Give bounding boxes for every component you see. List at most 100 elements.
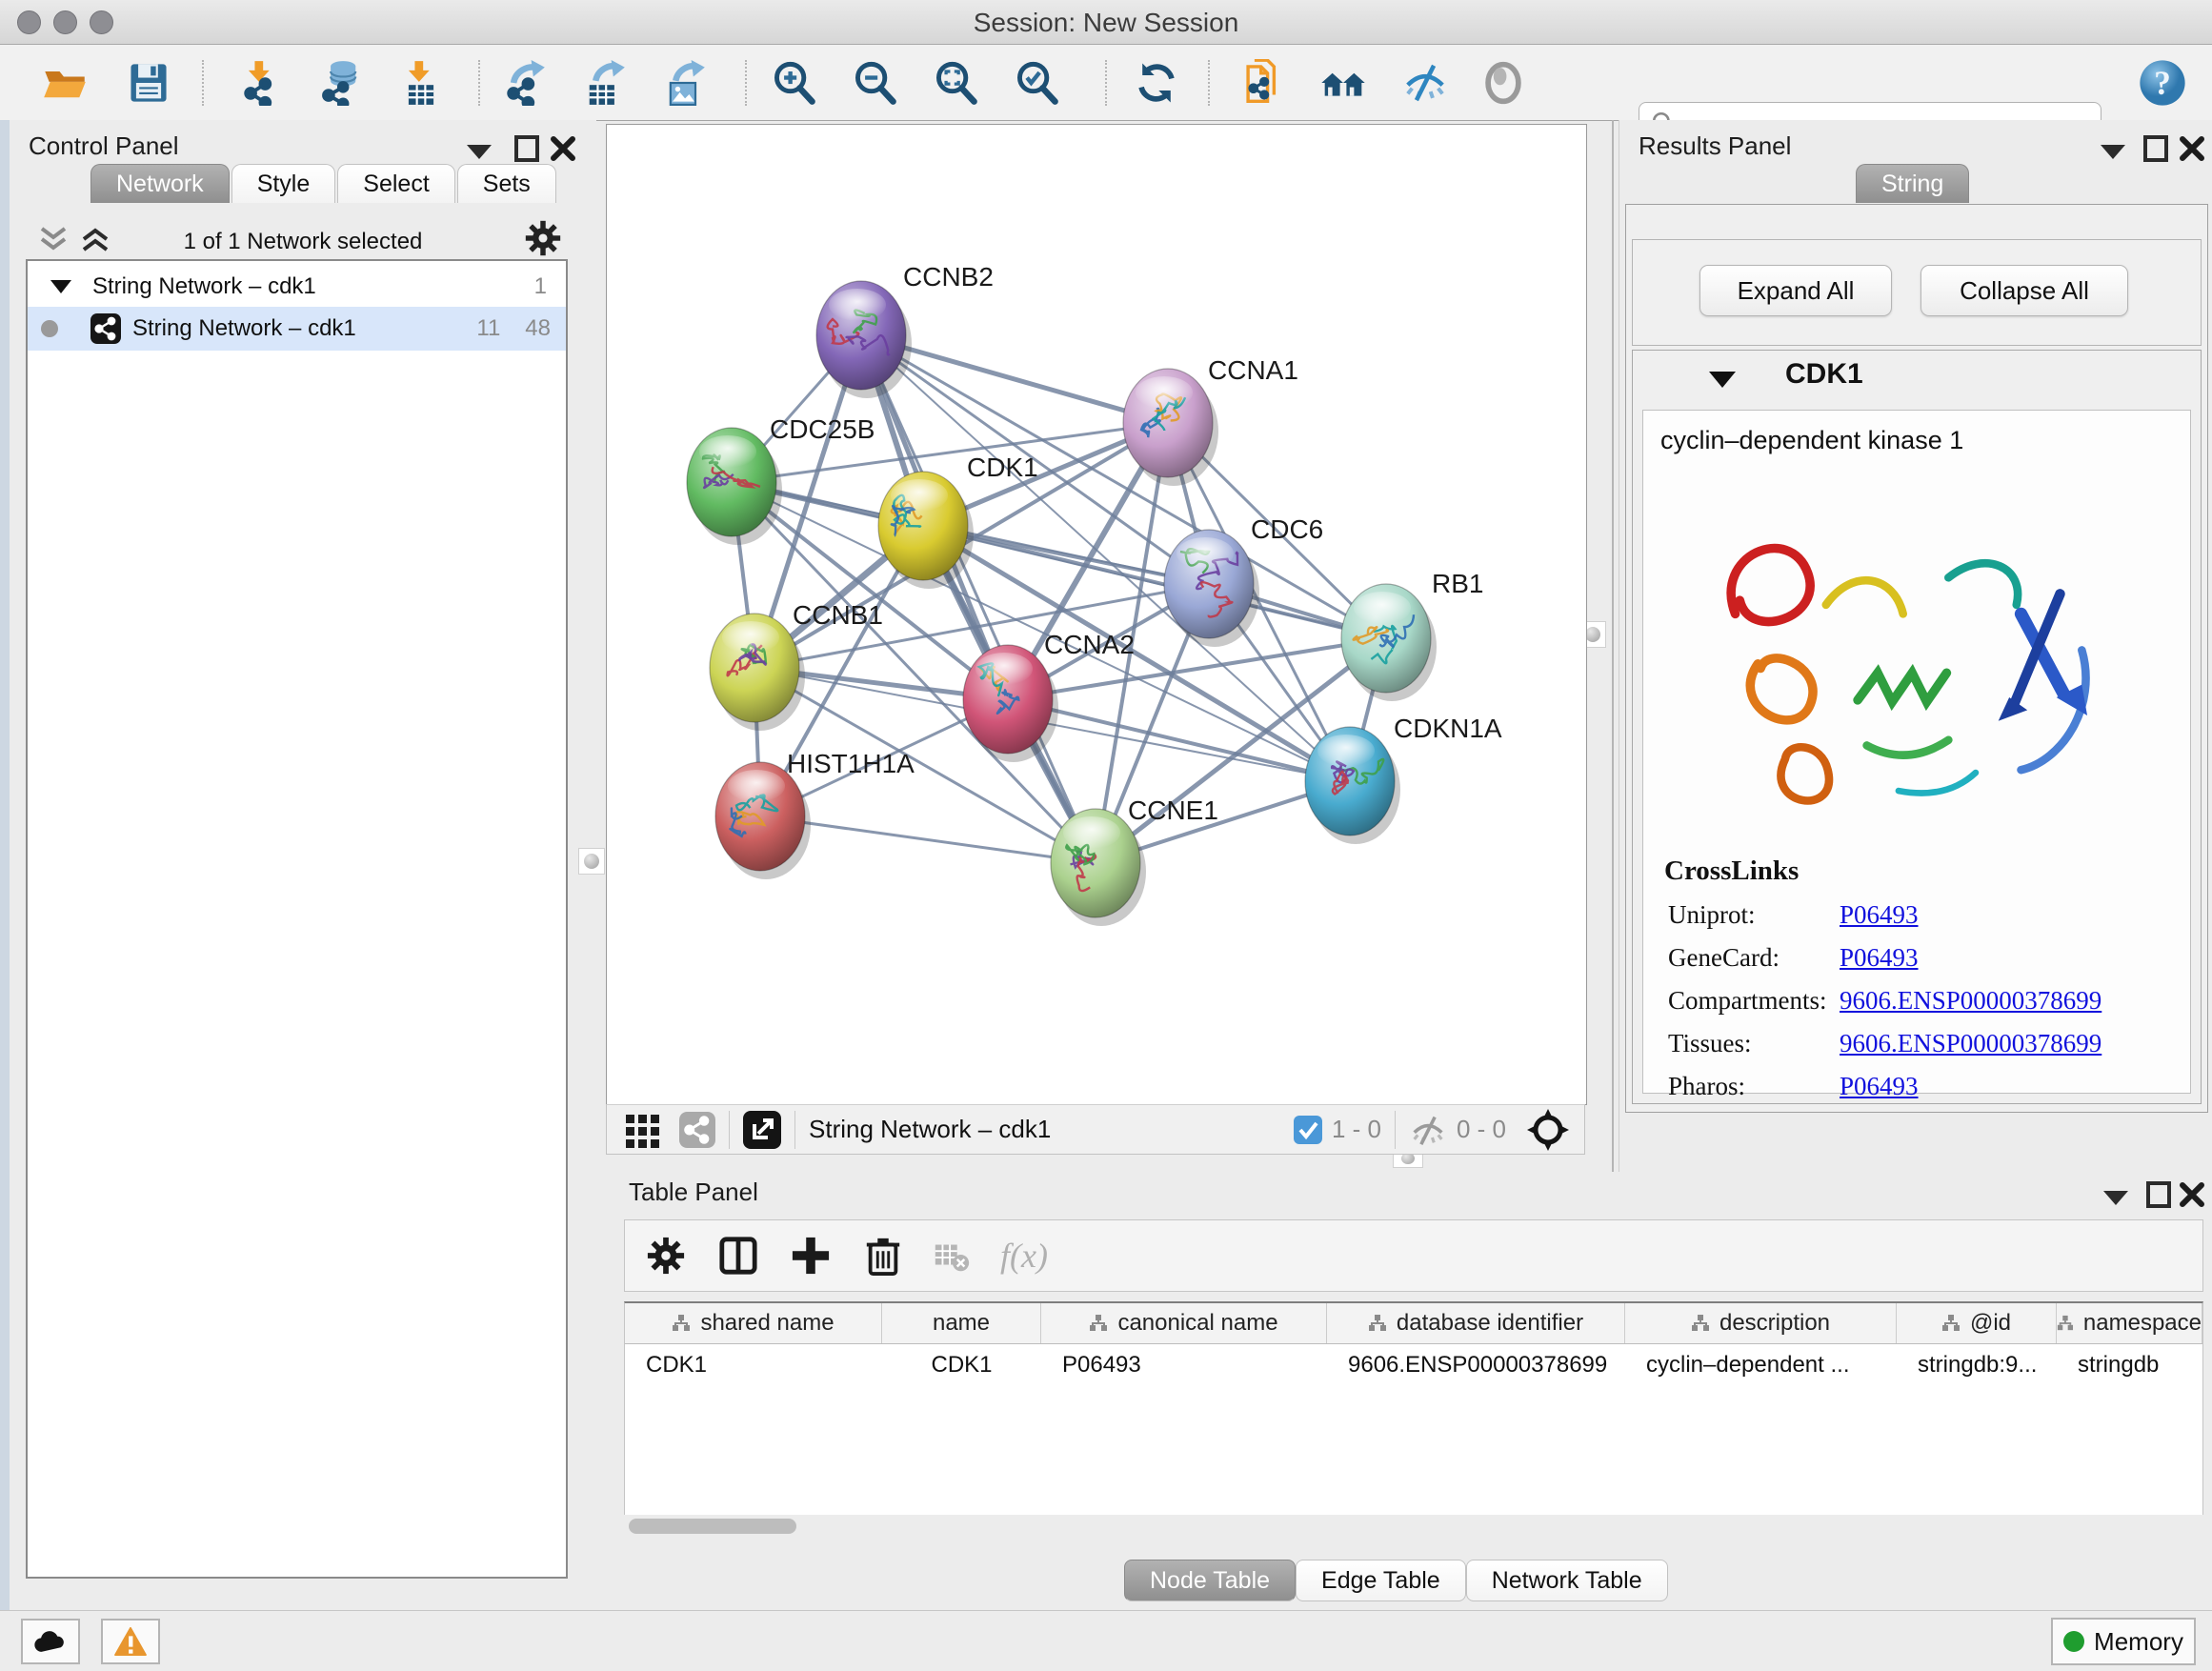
network-row-selected[interactable]: String Network – cdk1 11 48 bbox=[28, 307, 566, 351]
cloud-status-button[interactable] bbox=[21, 1619, 80, 1664]
memory-label: Memory bbox=[2094, 1627, 2183, 1657]
table-cell[interactable]: P06493 bbox=[1041, 1352, 1327, 1379]
panel-menu-icon[interactable] bbox=[2101, 145, 2125, 160]
table-cell[interactable]: stringdb bbox=[2057, 1352, 2202, 1379]
zoom-selected-icon[interactable] bbox=[1013, 58, 1062, 108]
table-cell[interactable]: CDK1 bbox=[882, 1352, 1041, 1379]
float-panel-icon[interactable] bbox=[2143, 135, 2168, 162]
network-options-gear-icon[interactable] bbox=[524, 219, 562, 257]
table-cell[interactable]: cyclin–dependent ... bbox=[1625, 1352, 1897, 1379]
table-options-gear-icon[interactable] bbox=[646, 1236, 686, 1276]
panel-menu-icon[interactable] bbox=[467, 145, 492, 160]
apply-layout-icon[interactable] bbox=[1132, 58, 1181, 108]
warning-icon bbox=[114, 1627, 147, 1656]
import-network-database-icon[interactable] bbox=[316, 58, 366, 108]
crosslink-value-link[interactable]: P06493 bbox=[1840, 943, 1919, 973]
export-image-icon[interactable] bbox=[659, 58, 709, 108]
create-column-icon[interactable] bbox=[791, 1236, 831, 1276]
control-panel-tabs: NetworkStyleSelectSets bbox=[90, 164, 558, 203]
column-header-description[interactable]: description bbox=[1625, 1303, 1897, 1343]
network-node-HIST1H1A[interactable]: HIST1H1A bbox=[715, 749, 915, 879]
table-toolbar: f(x) bbox=[624, 1219, 2203, 1292]
namespace-tree-icon bbox=[1691, 1314, 1710, 1333]
network-collection-row[interactable]: String Network – cdk1 1 bbox=[28, 265, 566, 309]
column-header-canonical-name[interactable]: canonical name bbox=[1041, 1303, 1327, 1343]
network-node-CDK1[interactable]: CDK1 bbox=[878, 453, 1038, 589]
tab-style[interactable]: Style bbox=[231, 164, 336, 203]
close-panel-icon[interactable] bbox=[551, 135, 575, 162]
network-node-CDKN1A[interactable]: CDKN1A bbox=[1305, 714, 1502, 844]
table-cell[interactable]: 9606.ENSP00000378699 bbox=[1327, 1352, 1625, 1379]
left-splitter-handle[interactable] bbox=[578, 848, 605, 875]
network-node-CCNB1[interactable]: CCNB1 bbox=[710, 600, 883, 731]
network-node-CCNB2[interactable]: CCNB2 bbox=[816, 262, 994, 398]
float-panel-icon[interactable] bbox=[2146, 1181, 2171, 1208]
hidden-eye-icon[interactable] bbox=[1409, 1114, 1447, 1146]
export-network-icon[interactable] bbox=[499, 58, 549, 108]
table-row[interactable]: CDK1CDK1P064939606.ENSP00000378699cyclin… bbox=[625, 1344, 2202, 1386]
grid-view-icon[interactable] bbox=[624, 1111, 662, 1149]
close-panel-icon[interactable] bbox=[2180, 1181, 2204, 1208]
table-cell[interactable]: stringdb:9... bbox=[1897, 1352, 2057, 1379]
help-icon[interactable]: ? bbox=[2138, 58, 2187, 108]
selected-checkbox-icon[interactable] bbox=[1294, 1116, 1322, 1144]
network-node-CCNE1[interactable]: CCNE1 bbox=[1051, 795, 1218, 926]
network-node-CCNA2[interactable]: CCNA2 bbox=[963, 630, 1135, 762]
delete-column-icon[interactable] bbox=[863, 1236, 903, 1276]
tab-network[interactable]: Network bbox=[90, 164, 230, 203]
memory-button[interactable]: Memory bbox=[2051, 1618, 2196, 1665]
import-network-file-icon[interactable] bbox=[236, 58, 286, 108]
show-all-eye-icon[interactable] bbox=[1478, 58, 1528, 108]
crosslink-value-link[interactable]: P06493 bbox=[1840, 900, 1919, 930]
crosslinks-title: CrossLinks bbox=[1664, 856, 2190, 887]
hide-selected-eye-icon[interactable] bbox=[1400, 58, 1450, 108]
home-string-icon[interactable] bbox=[1318, 58, 1368, 108]
network-node-CDC25B[interactable]: CDC25B bbox=[687, 414, 875, 545]
table-cell[interactable]: CDK1 bbox=[625, 1352, 882, 1379]
network-view-title: String Network – cdk1 bbox=[809, 1115, 1051, 1144]
close-panel-icon[interactable] bbox=[2180, 135, 2204, 162]
panel-menu-icon[interactable] bbox=[2103, 1191, 2128, 1206]
expand-all-button[interactable]: Expand All bbox=[1699, 265, 1892, 316]
collection-expand-icon[interactable] bbox=[50, 280, 71, 294]
crosslink-value-link[interactable]: P06493 bbox=[1840, 1072, 1919, 1101]
export-table-icon[interactable] bbox=[579, 58, 629, 108]
show-columns-icon[interactable] bbox=[718, 1236, 758, 1276]
crosslink-value-link[interactable]: 9606.ENSP00000378699 bbox=[1840, 1029, 2101, 1058]
table-horizontal-scrollbar[interactable] bbox=[629, 1519, 796, 1534]
birdseye-toggle-icon[interactable] bbox=[1527, 1109, 1569, 1151]
tab-string[interactable]: String bbox=[1856, 164, 1969, 203]
table-panel-title: Table Panel bbox=[629, 1178, 758, 1207]
tab-select[interactable]: Select bbox=[337, 164, 454, 203]
network-node-RB1[interactable]: RB1 bbox=[1341, 569, 1483, 701]
column-header-database-identifier[interactable]: database identifier bbox=[1327, 1303, 1625, 1343]
network-canvas[interactable]: CCNB2CCNA1CDC25BCDK1CDC6RB1CCNB1CCNA2CDK… bbox=[606, 124, 1587, 1105]
crosslink-value-link[interactable]: 9606.ENSP00000378699 bbox=[1840, 986, 2101, 1016]
save-session-icon[interactable] bbox=[124, 58, 173, 108]
warnings-button[interactable] bbox=[101, 1619, 160, 1664]
tab-edge-table[interactable]: Edge Table bbox=[1296, 1560, 1466, 1601]
gene-collapse-icon[interactable] bbox=[1709, 372, 1736, 389]
zoom-in-icon[interactable] bbox=[770, 58, 819, 108]
tab-node-table[interactable]: Node Table bbox=[1124, 1560, 1296, 1601]
toolbar-separator bbox=[202, 60, 204, 106]
share-view-icon[interactable] bbox=[679, 1112, 715, 1148]
status-bar: Memory bbox=[0, 1610, 2212, 1671]
new-network-from-selection-icon[interactable] bbox=[1238, 58, 1288, 108]
collapse-all-button[interactable]: Collapse All bbox=[1920, 265, 2128, 316]
tab-network-table[interactable]: Network Table bbox=[1466, 1560, 1668, 1601]
column-header-name[interactable]: name bbox=[882, 1303, 1041, 1343]
zoom-fit-icon[interactable] bbox=[932, 58, 981, 108]
network-edge-count: 48 bbox=[525, 315, 551, 342]
detach-view-icon[interactable] bbox=[743, 1111, 781, 1149]
import-table-icon[interactable] bbox=[396, 58, 446, 108]
column-header-@id[interactable]: @id bbox=[1897, 1303, 2057, 1343]
float-panel-icon[interactable] bbox=[514, 135, 539, 162]
column-header-shared-name[interactable]: shared name bbox=[625, 1303, 882, 1343]
network-tree: String Network – cdk1 1 String Network –… bbox=[26, 259, 568, 1579]
column-header-namespace[interactable]: namespace bbox=[2057, 1303, 2202, 1343]
open-session-icon[interactable] bbox=[40, 58, 90, 108]
zoom-out-icon[interactable] bbox=[851, 58, 900, 108]
network-node-CDC6[interactable]: CDC6 bbox=[1164, 514, 1323, 647]
tab-sets[interactable]: Sets bbox=[457, 164, 556, 203]
